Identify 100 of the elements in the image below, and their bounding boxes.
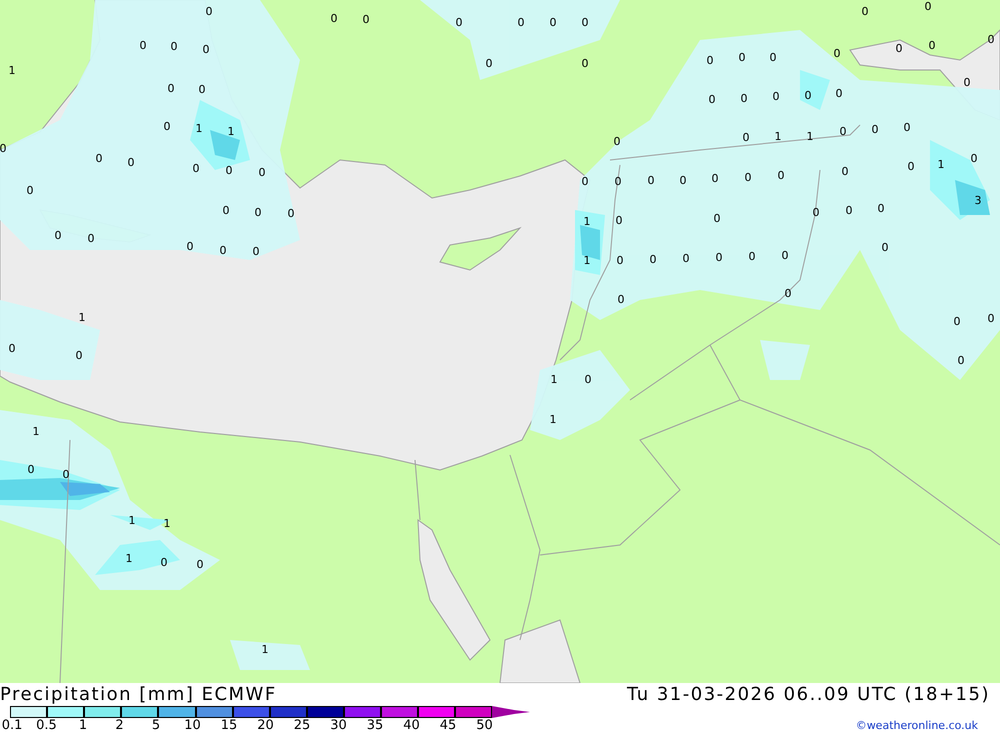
precipitation-value-label: 0 [648,174,654,187]
precipitation-value-label: 0 [220,244,226,257]
precipitation-value-label: 1 [262,643,268,656]
precipitation-value-label: 0 [842,165,848,178]
precipitation-value-label: 0 [924,0,932,13]
legend-label: 20 [257,718,274,733]
precipitation-value-label: 0 [0,142,6,155]
precipitation-value-label: 0 [908,160,914,173]
precipitation-value-label: 0 [192,162,200,175]
precipitation-value-label: 0 [706,54,714,67]
precipitation-value-label: 0 [164,120,170,133]
precipitation-value-label: 0 [140,39,146,52]
precipitation-value-label: 0 [748,250,756,263]
precipitation-value-label: 0 [202,43,210,56]
precipitation-value-label: 1 [584,254,590,267]
precipitation-value-label: 0 [128,156,134,169]
precipitation-value-label: 0 [834,47,840,60]
precipitation-value-label: 0 [186,240,194,253]
precipitation-value-label: 0 [160,556,168,569]
precipitation-value-label: 0 [770,51,776,64]
precipitation-value-label: 1 [8,64,16,77]
precipitation-value-label: 0 [362,13,370,26]
precipitation-value-label: 0 [878,202,884,215]
precipitation-value-label: 0 [252,245,260,258]
legend-label: 0.1 [2,718,22,733]
precipitation-value-label: 0 [330,12,338,25]
precipitation-value-label: 1 [584,215,590,228]
precipitation-value-label: 0 [970,152,978,165]
precipitation-value-label: 0 [682,252,690,265]
precipitation-value-label: 0 [988,33,994,46]
precipitation-value-label: 3 [974,194,982,207]
precipitation-value-label: 0 [518,16,524,29]
precipitation-value-label: 0 [836,87,842,100]
precipitation-value-label: 0 [712,172,718,185]
legend-label: 2 [115,718,124,733]
precipitation-value-label: 0 [782,249,788,262]
legend-label: 25 [294,718,310,733]
precipitation-value-label: 0 [804,89,812,102]
precipitation-value-label: 0 [550,16,556,29]
precipitation-value-label: 1 [550,413,556,426]
precipitation-value-label: 0 [680,174,686,187]
map-title: Precipitation [mm] ECMWF [0,684,277,706]
precipitation-value-label: 0 [928,39,936,52]
precipitation-value-label: 0 [8,342,16,355]
precipitation-value-label: 0 [62,468,70,481]
legend-label: 45 [440,718,456,733]
precipitation-value-label: 0 [846,204,852,217]
precipitation-value-label: 0 [206,5,212,18]
precipitation-value-label: 0 [708,93,716,106]
legend-label: 5 [152,718,160,733]
precipitation-value-label: 0 [896,42,902,55]
precipitation-value-label: 1 [164,517,170,530]
precipitation-value-label: 0 [584,373,592,386]
precipitation-value-label: 0 [740,92,748,105]
precipitation-value-label: 0 [582,175,588,188]
precipitation-value-label: 1 [196,122,202,135]
legend-label: 40 [403,718,420,733]
forecast-datetime: Tu 31-03-2026 06..09 UTC (18+15) [626,684,990,706]
precipitation-value-label: 0 [772,90,780,103]
precipitation-value-label: 0 [614,175,622,188]
precipitation-value-label: 0 [616,214,622,227]
legend-label: 1 [78,718,88,733]
precipitation-value-label: 1 [806,130,814,143]
precipitation-value-label: 0 [714,212,720,225]
precipitation-value-label: 0 [54,229,62,242]
precipitation-value-label: 0 [168,82,174,95]
precipitation-value-label: 0 [650,253,656,266]
precipitation-value-label: 0 [254,206,262,219]
legend-label: 10 [184,718,201,733]
precipitation-value-label: 0 [716,251,722,264]
precipitation-value-label: 0 [738,51,746,64]
copyright-credit: ©weatheronline.co.uk [856,719,978,732]
precipitation-value-label: 0 [222,204,230,217]
precipitation-value-label: 1 [550,373,558,386]
precipitation-value-label: 0 [88,232,94,245]
precipitation-value-label: 0 [954,315,960,328]
precipitation-value-label: 0 [456,16,462,29]
precipitation-value-label: 0 [784,287,792,300]
precipitation-value-label: 1 [78,311,86,324]
precipitation-value-label: 0 [614,135,620,148]
precipitation-value-label: 1 [128,514,136,527]
precipitation-value-label: 0 [840,125,846,138]
precipitation-value-label: 1 [32,425,40,438]
precipitation-value-label: 0 [486,57,492,70]
precipitation-value-label: 0 [618,293,624,306]
precipitation-value-label: 0 [958,354,964,367]
legend-arrow-icon [492,706,530,718]
legend-label: 35 [366,718,384,733]
precipitation-value-label: 0 [258,166,266,179]
precipitation-value-label: 0 [964,76,970,89]
precipitation-value-label: 0 [96,152,102,165]
precipitation-value-label: 0 [26,184,34,197]
legend-label: 50 [476,718,493,733]
precipitation-value-label: 0 [882,241,888,254]
precipitation-value-label: 0 [582,16,588,29]
precipitation-value-label: 1 [774,130,782,143]
legend-label: 30 [330,718,347,733]
precipitation-value-label: 0 [76,349,82,362]
precipitation-value-label: 0 [198,83,206,96]
precipitation-value-label: 0 [904,121,910,134]
